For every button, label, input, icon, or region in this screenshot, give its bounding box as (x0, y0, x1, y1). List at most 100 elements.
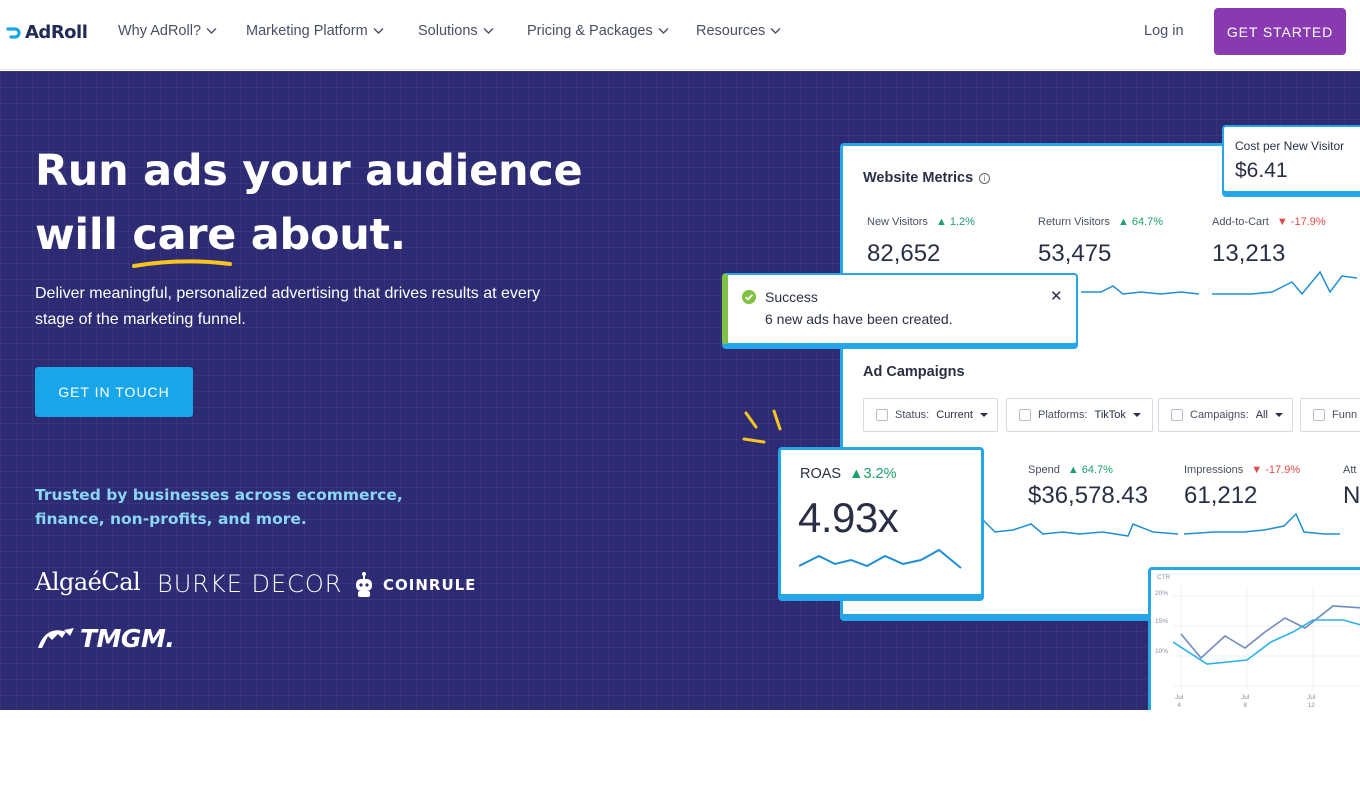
nav-pricing-packages-label: Pricing & Packages (527, 23, 653, 39)
ctr-x-tick-month: Jul (1307, 694, 1316, 701)
ctr-line-chart (1173, 586, 1360, 690)
ctr-x-tick-day: 8 (1243, 702, 1247, 709)
checkbox-icon[interactable] (1313, 409, 1325, 421)
nav-solutions-label: Solutions (418, 23, 478, 39)
metric-attribution-value: N (1343, 482, 1360, 509)
caret-down-icon (1274, 413, 1283, 417)
ctr-x-tick-day: 4 (1177, 702, 1181, 709)
yellow-underline-icon (132, 259, 233, 268)
ctr-x-tick-day: 12 (1307, 702, 1315, 709)
cpv-label: Cost per New Visitor (1235, 139, 1345, 153)
algaecal-logo: AlgaéCal (35, 568, 141, 596)
add-to-cart-sparkline (1212, 270, 1358, 296)
ad-campaigns-title: Ad Campaigns (863, 364, 965, 380)
metric-label-text: Add-to-Cart (1212, 216, 1269, 228)
coinrule-robot-icon (356, 572, 372, 597)
chevron-down-icon (483, 28, 494, 34)
ctr-x-tick-month: Jul (1175, 694, 1184, 701)
metric-delta: ▼ -17.9% (1251, 464, 1301, 476)
chevron-down-icon (658, 28, 669, 34)
nav-marketing-platform-label: Marketing Platform (246, 23, 368, 39)
nav-pricing-packages[interactable]: Pricing & Packages (527, 23, 669, 39)
website-metrics-title-text: Website Metrics (863, 170, 974, 186)
metric-new-visitors-label: New Visitors ▲ 1.2% (867, 216, 975, 228)
nav-marketing-platform[interactable]: Marketing Platform (246, 23, 384, 39)
roas-delta: ▲3.2% (849, 466, 897, 482)
checkbox-icon[interactable] (1171, 409, 1183, 421)
nav-resources-label: Resources (696, 23, 766, 39)
filter-status[interactable]: Status: Current (863, 398, 998, 432)
get-in-touch-button[interactable]: GET IN TOUCH (35, 367, 193, 417)
filter-label: Funn (1332, 409, 1358, 421)
ctr-y-tick: 10% (1155, 648, 1169, 655)
roas-value: 4.93x (798, 494, 899, 541)
top-navigation: AdRoll Why AdRoll? Marketing Platform So… (0, 0, 1360, 70)
spend-sparkline (983, 519, 1179, 537)
adroll-logo[interactable]: AdRoll (6, 22, 88, 43)
headline-word-about: about. (250, 210, 406, 260)
filter-label: Campaigns: (1190, 409, 1249, 421)
burke-decor-logo: BURKE DECOR (157, 570, 343, 598)
metric-new-visitors-value: 82,652 (867, 240, 941, 267)
toast-title: Success (765, 289, 818, 305)
logo-text: AdRoll (25, 22, 88, 43)
metric-impressions-label: Impressions ▼ -17.9% (1184, 464, 1300, 476)
tmgm-logo: TMGM. (36, 624, 175, 653)
impressions-sparkline (1184, 512, 1340, 535)
ctr-x-tick-month: Jul (1241, 694, 1250, 701)
hero-subtext: Deliver meaningful, personalized adverti… (35, 285, 541, 328)
metric-label-text: Impressions (1184, 464, 1244, 476)
filter-value: All (1255, 409, 1268, 421)
website-metrics-title: Website Metrics i (863, 170, 991, 186)
nav-why-adroll[interactable]: Why AdRoll? (118, 23, 217, 39)
login-link[interactable]: Log in (1144, 23, 1184, 39)
return-visitors-sparkline (1081, 285, 1200, 295)
headline-line-2: will care about. (35, 203, 582, 268)
metric-delta: ▼ -17.9% (1276, 216, 1326, 228)
metric-delta: ▲ 64.7% (1117, 216, 1164, 228)
adroll-logo-icon (6, 26, 21, 39)
filter-funnel[interactable]: Funn (1300, 398, 1360, 432)
headline-care-text: care (132, 210, 237, 260)
tmgm-logo-text: TMGM. (80, 624, 175, 653)
filter-label: Status: (895, 409, 930, 421)
filter-platforms[interactable]: Platforms: TikTok (1006, 398, 1153, 432)
metric-label-text: Spend (1028, 464, 1060, 476)
nav-solutions[interactable]: Solutions (418, 23, 494, 39)
chevron-down-icon (373, 28, 384, 34)
ctr-y-tick: 20% (1155, 590, 1169, 597)
sparkle-burst-icon (742, 409, 782, 444)
metric-add-to-cart-label: Add-to-Cart ▼ -17.9% (1212, 216, 1326, 228)
filter-value: Current (936, 409, 973, 421)
toast-message: 6 new ads have been created. (765, 311, 953, 327)
hero-section: Run ads your audience will care about. D… (0, 71, 1360, 710)
tmgm-mark-icon (38, 627, 74, 648)
nav-resources[interactable]: Resources (696, 23, 781, 39)
ctr-x-tick: Jul 8 (1241, 694, 1249, 710)
caret-down-icon (979, 413, 988, 417)
cpv-value: $6.41 (1235, 159, 1288, 182)
metric-spend-label: Spend ▲ 64.7% (1028, 464, 1113, 476)
close-icon[interactable]: ✕ (1050, 287, 1063, 305)
ctr-chart-card: CTR 20% 15% 10% Jul 4 Jul 8 Jul 12 (1148, 567, 1360, 710)
coinrule-logo-text: COINRULE (383, 576, 477, 594)
metric-spend-value: $36,578.43 (1028, 482, 1149, 509)
info-icon[interactable]: i (979, 172, 991, 184)
filter-value: TikTok (1094, 409, 1126, 421)
filter-label: Platforms: (1038, 409, 1088, 421)
metric-return-visitors-label: Return Visitors ▲ 64.7% (1038, 216, 1163, 228)
checkbox-icon[interactable] (1019, 409, 1031, 421)
check-circle-icon (742, 290, 756, 304)
ctr-x-tick: Jul 12 (1307, 694, 1315, 710)
metric-impressions-value: 61,212 (1184, 482, 1258, 509)
roas-card: ROAS ▲3.2% 4.93x (778, 447, 984, 597)
trusted-by-text: Trusted by businesses across ecommerce, … (35, 486, 403, 528)
checkbox-icon[interactable] (876, 409, 888, 421)
metric-attribution-label: Att (1343, 464, 1356, 476)
metric-label-text: New Visitors (867, 216, 928, 228)
metric-return-visitors-value: 53,475 (1038, 240, 1112, 267)
filter-campaigns[interactable]: Campaigns: All (1158, 398, 1293, 432)
ctr-x-tick: Jul 4 (1175, 694, 1183, 710)
cost-per-new-visitor-card: Cost per New Visitor $6.41 (1222, 125, 1360, 193)
get-started-button[interactable]: GET STARTED (1214, 8, 1346, 55)
